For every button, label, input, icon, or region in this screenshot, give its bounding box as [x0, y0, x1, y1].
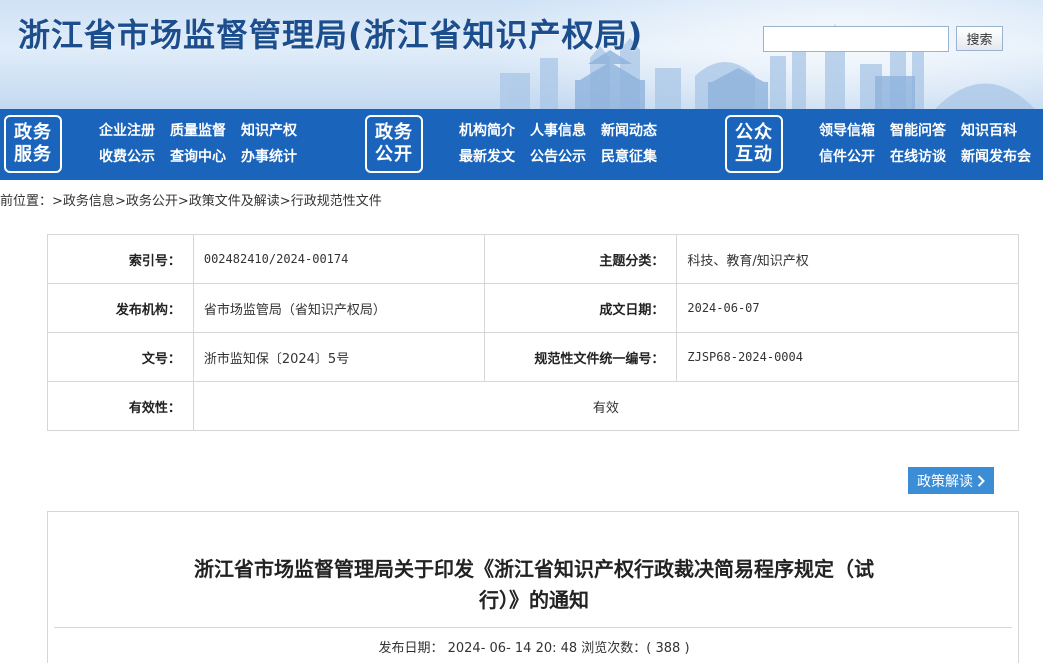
nav-badge-line: 互动	[735, 144, 773, 165]
nav-badge-line: 政务	[14, 122, 52, 143]
nav-group-public-interaction: 领导信箱 智能问答 知识百科 信件公开 在线访谈 新闻发布会	[819, 122, 1043, 174]
nav-link-knowledge-base[interactable]: 知识百科	[961, 122, 1017, 148]
breadcrumb-prefix: 前位置：	[0, 194, 53, 209]
search-button[interactable]: 搜索	[956, 26, 1003, 51]
nav-link-smart-qa[interactable]: 智能问答	[890, 122, 946, 148]
unified-code-value: ZJSP68-2024-0004	[676, 332, 1019, 382]
nav-badge-line: 服务	[14, 144, 52, 165]
nav-link-latest-documents[interactable]: 最新发文	[459, 148, 515, 174]
main-navigation: 政务 服务 企业注册 质量监督 知识产权 收费公示 查询中心 办事统计 政务 公…	[0, 109, 1043, 180]
breadcrumb-item-normative-files[interactable]: 行政规范性文件	[291, 194, 382, 209]
publisher-value: 省市场监管局（省知识产权局）	[192, 283, 485, 333]
breadcrumb-separator: >	[114, 194, 126, 209]
article-publish-info: 发布日期： 2024- 06- 14 20: 48 浏览次数：( 388 )	[378, 641, 690, 656]
nav-link-public-letters[interactable]: 信件公开	[819, 148, 875, 174]
nav-link-enterprise-registration[interactable]: 企业注册	[99, 122, 155, 148]
validity-label: 有效性：	[47, 381, 194, 431]
nav-link-fee-disclosure[interactable]: 收费公示	[99, 148, 155, 174]
nav-badge-line: 政务	[375, 122, 413, 143]
nav-link-news[interactable]: 新闻动态	[601, 122, 657, 148]
nav-link-agency-profile[interactable]: 机构简介	[459, 122, 515, 148]
document-number-label: 文号：	[47, 332, 194, 382]
policy-interpretation-button[interactable]: 政策解读	[908, 467, 994, 494]
nav-badge-gov-disclosure[interactable]: 政务 公开	[365, 115, 423, 173]
nav-link-announcements[interactable]: 公告公示	[530, 148, 586, 174]
site-header: 浙江省市场监督管理局(浙江省知识产权局) 搜索	[0, 0, 1043, 109]
nav-group-gov-service: 企业注册 质量监督 知识产权 收费公示 查询中心 办事统计	[99, 122, 312, 174]
nav-badge-public-interaction[interactable]: 公众 互动	[725, 115, 783, 173]
nav-link-public-opinion[interactable]: 民意征集	[601, 148, 657, 174]
nav-link-quality-supervision[interactable]: 质量监督	[170, 122, 226, 148]
search-input[interactable]	[763, 26, 949, 52]
topic-category-value: 科技、教育/知识产权	[676, 234, 1019, 284]
article-divider	[54, 627, 1012, 628]
document-number-value: 浙市监知保〔2024〕5号	[192, 332, 485, 382]
breadcrumb-item-policy-files[interactable]: 政策文件及解读	[189, 194, 280, 209]
nav-link-intellectual-property[interactable]: 知识产权	[241, 122, 297, 148]
nav-link-online-interview[interactable]: 在线访谈	[890, 148, 946, 174]
article-title-line: 行）》的通知	[479, 588, 589, 612]
nav-link-personnel-info[interactable]: 人事信息	[530, 122, 586, 148]
topic-category-label: 主题分类：	[483, 234, 678, 284]
breadcrumb-item-gov-info[interactable]: 政务信息	[63, 194, 115, 209]
policy-interpretation-label: 政策解读	[917, 473, 973, 490]
breadcrumb-separator: >	[177, 194, 189, 209]
article-title: 浙江省市场监督管理局关于印发《浙江省知识产权行政裁决简易程序规定（试 行）》的通…	[48, 554, 1020, 616]
index-number-label: 索引号：	[47, 234, 194, 284]
nav-link-press-conference[interactable]: 新闻发布会	[961, 148, 1031, 174]
nav-link-service-statistics[interactable]: 办事统计	[241, 148, 297, 174]
table-row: 有效性： 有效	[47, 381, 1020, 431]
nav-badge-line: 公众	[735, 122, 773, 143]
document-metadata-table: 索引号： 002482410/2024-00174 主题分类： 科技、教育/知识…	[47, 234, 1020, 431]
written-date-value: 2024-06-07	[676, 283, 1019, 333]
table-row: 文号： 浙市监知保〔2024〕5号 规范性文件统一编号： ZJSP68-2024…	[47, 332, 1019, 382]
breadcrumb: 前位置：>政务信息>政务公开>政策文件及解读>行政规范性文件	[0, 190, 382, 209]
breadcrumb-item-gov-disclosure[interactable]: 政务公开	[126, 194, 178, 209]
nav-badge-gov-service[interactable]: 政务 服务	[4, 115, 62, 173]
nav-link-leader-mailbox[interactable]: 领导信箱	[819, 122, 875, 148]
site-title: 浙江省市场监督管理局(浙江省知识产权局)	[18, 16, 644, 54]
table-row: 索引号： 002482410/2024-00174 主题分类： 科技、教育/知识…	[47, 234, 1019, 284]
nav-group-gov-disclosure: 机构简介 人事信息 新闻动态 最新发文 公告公示 民意征集	[459, 122, 672, 174]
unified-code-label: 规范性文件统一编号：	[483, 332, 678, 382]
nav-badge-line: 公开	[375, 144, 413, 165]
publisher-label: 发布机构：	[47, 283, 194, 333]
chevron-right-icon	[977, 474, 985, 487]
nav-link-query-center[interactable]: 查询中心	[170, 148, 226, 174]
index-number-value: 002482410/2024-00174	[192, 234, 485, 284]
written-date-label: 成文日期：	[483, 283, 678, 333]
breadcrumb-separator: >	[52, 194, 63, 209]
article-title-line: 浙江省市场监督管理局关于印发《浙江省知识产权行政裁决简易程序规定（试	[194, 557, 874, 581]
table-row: 发布机构： 省市场监管局（省知识产权局） 成文日期： 2024-06-07	[47, 283, 1019, 333]
breadcrumb-separator: >	[279, 194, 291, 209]
validity-value: 有效	[192, 381, 1020, 431]
article-panel: 浙江省市场监督管理局关于印发《浙江省知识产权行政裁决简易程序规定（试 行）》的通…	[47, 511, 1019, 663]
